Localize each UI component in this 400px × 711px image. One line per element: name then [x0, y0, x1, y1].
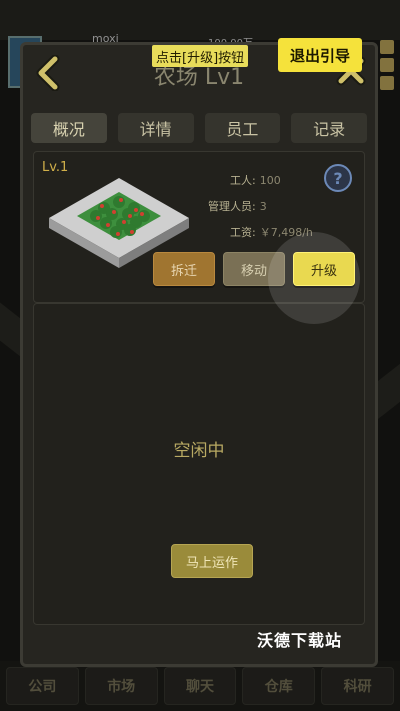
building-panel: 农场 Lv1 概况 详情 员工 记录 Lv.1 ? 工人: 100 管理人员: … [20, 42, 378, 667]
tab-staff[interactable]: 员工 [204, 113, 281, 143]
stat-managers: 管理人员: 3 [208, 198, 267, 214]
stat-workers-label: 工人: [230, 174, 256, 187]
question-icon: ? [333, 168, 343, 188]
watermark: 沃德下载站 [257, 631, 343, 650]
tab-overview[interactable]: 概况 [31, 113, 107, 143]
stat-managers-label: 管理人员: [208, 200, 256, 213]
stat-managers-value: 3 [259, 200, 267, 213]
tab-details[interactable]: 详情 [117, 113, 194, 143]
guide-tip: 点击[升级]按钮 [152, 45, 249, 67]
production-area: 空闲中 马上运作 [33, 303, 365, 625]
demolish-button[interactable]: 拆迁 [153, 252, 215, 286]
help-button[interactable]: ? [324, 164, 352, 192]
idle-status: 空闲中 [173, 441, 225, 461]
stat-workers: 工人: 100 [230, 172, 281, 188]
tab-bar: 概况 详情 员工 记录 [31, 113, 367, 143]
stat-wage-label: 工资: [230, 226, 256, 239]
exit-guide-button[interactable]: 退出引导 [278, 38, 362, 72]
upgrade-button[interactable]: 升级 [293, 252, 355, 286]
start-operation-button[interactable]: 马上运作 [171, 544, 253, 578]
stat-workers-value: 100 [259, 174, 281, 187]
tab-records[interactable]: 记录 [291, 113, 367, 143]
